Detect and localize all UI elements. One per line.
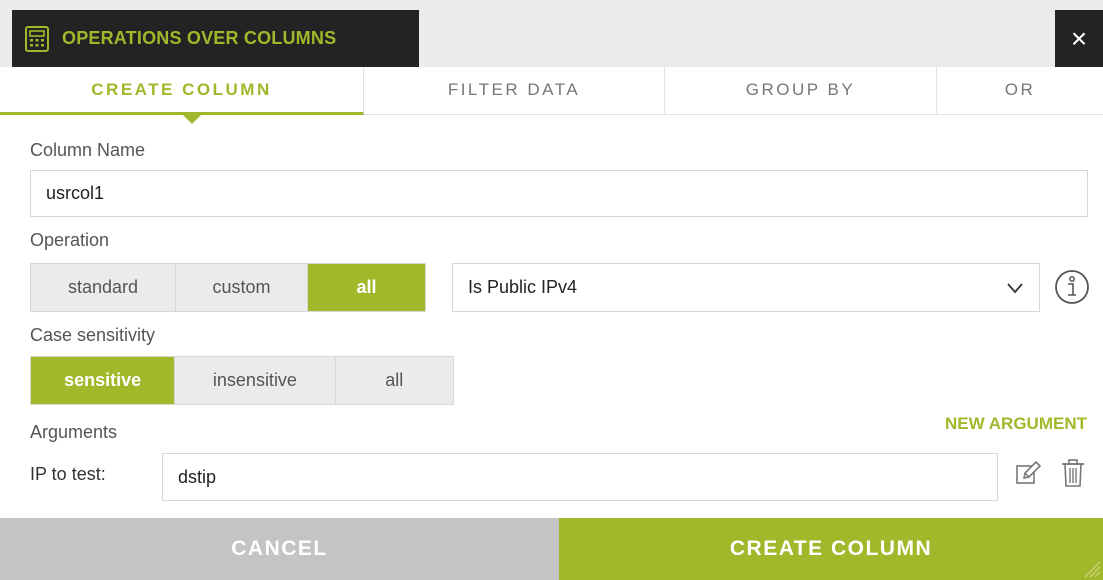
column-name-label: Column Name [30, 140, 146, 160]
dialog-titlebar: OPERATIONS OVER COLUMNS × [0, 0, 1103, 67]
calculator-icon [25, 25, 49, 52]
operation-filter-group: standard custom all [30, 263, 426, 312]
argument-label: IP to test: [30, 464, 106, 484]
operation-filter-all[interactable]: all [308, 264, 425, 311]
argument-input[interactable]: dstip [162, 453, 998, 501]
resize-grip-icon[interactable] [1083, 560, 1101, 578]
new-argument-button[interactable]: NEW ARGUMENT [945, 414, 1087, 434]
trash-icon[interactable] [1060, 458, 1086, 488]
edit-icon[interactable] [1014, 459, 1042, 487]
close-button[interactable]: × [1055, 10, 1103, 67]
create-column-button[interactable]: CREATE COLUMN [559, 518, 1103, 580]
chevron-down-icon [1007, 283, 1023, 294]
tab-group-by[interactable]: GROUP BY [665, 67, 937, 115]
active-tab-pointer [183, 115, 201, 124]
operation-select[interactable]: Is Public IPv4 [452, 263, 1040, 312]
info-icon[interactable] [1054, 269, 1090, 305]
dialog-title-block: OPERATIONS OVER COLUMNS [12, 10, 419, 67]
operation-selected-value: Is Public IPv4 [468, 277, 578, 297]
argument-value: dstip [178, 466, 217, 487]
operation-label: Operation [30, 230, 110, 250]
tab-bar: CREATE COLUMN FILTER DATA GROUP BY OR [0, 67, 1103, 115]
operation-filter-standard[interactable]: standard [31, 264, 176, 311]
case-option-all[interactable]: all [336, 357, 453, 404]
case-sensitivity-label: Case sensitivity [30, 325, 156, 345]
cancel-button[interactable]: CANCEL [0, 518, 559, 580]
case-option-sensitive[interactable]: sensitive [31, 357, 176, 404]
tab-or[interactable]: OR [937, 67, 1103, 115]
column-name-input[interactable]: usrcol1 [30, 170, 1088, 217]
arguments-label: Arguments [30, 422, 118, 442]
tab-filter-data[interactable]: FILTER DATA [364, 67, 665, 115]
operation-filter-custom[interactable]: custom [176, 264, 308, 311]
close-icon: × [1070, 23, 1088, 54]
create-column-label: CREATE COLUMN [729, 537, 933, 560]
case-sensitivity-group: sensitive insensitive all [30, 356, 454, 405]
dialog-title: OPERATIONS OVER COLUMNS [62, 28, 337, 48]
tab-create-column[interactable]: CREATE COLUMN [0, 67, 364, 115]
case-option-insensitive[interactable]: insensitive [175, 357, 336, 404]
column-name-value: usrcol1 [46, 183, 105, 203]
